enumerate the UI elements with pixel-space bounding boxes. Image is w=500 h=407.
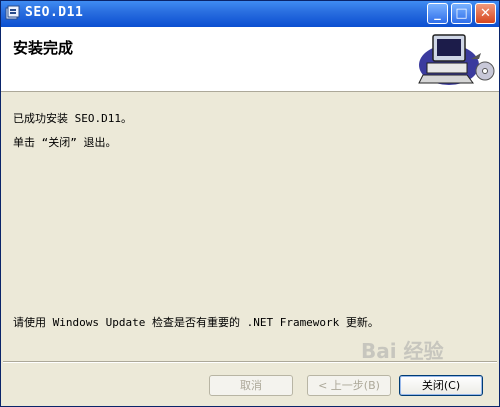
- title-bar[interactable]: SEO.D11 _ □ ✕: [1, 1, 499, 27]
- close-icon: ✕: [480, 6, 491, 21]
- close-window-button[interactable]: ✕: [475, 3, 496, 24]
- exit-instruction: 单击 “关闭” 退出。: [13, 136, 117, 149]
- maximize-icon: □: [455, 6, 468, 21]
- watermark-text: Bai 经验: [361, 339, 444, 363]
- success-message: 已成功安装 SEO.D11。: [13, 112, 132, 125]
- watermark-logo: Bai 经验: [361, 339, 444, 363]
- window-title: SEO.D11: [25, 5, 84, 20]
- cancel-button[interactable]: 取消: [209, 375, 293, 396]
- maximize-button[interactable]: □: [451, 3, 472, 24]
- page-title: 安装完成: [13, 39, 74, 57]
- app-icon: [5, 5, 20, 20]
- wizard-header: 安装完成: [1, 27, 499, 92]
- update-notice: 请使用 Windows Update 检查是否有重要的 .NET Framewo…: [13, 316, 379, 329]
- installer-window: SEO.D11 _ □ ✕ 安装完成 已成功安装 SEO.D11。 单击 “关闭…: [0, 0, 500, 407]
- computer-install-icon: [418, 34, 495, 85]
- wizard-content: 已成功安装 SEO.D11。 单击 “关闭” 退出。 请使用 Windows U…: [1, 92, 499, 352]
- close-button[interactable]: 关闭(C): [399, 375, 483, 396]
- minimize-icon: _: [434, 6, 441, 21]
- minimize-button[interactable]: _: [427, 3, 448, 24]
- previous-button[interactable]: < 上一步(B): [307, 375, 391, 396]
